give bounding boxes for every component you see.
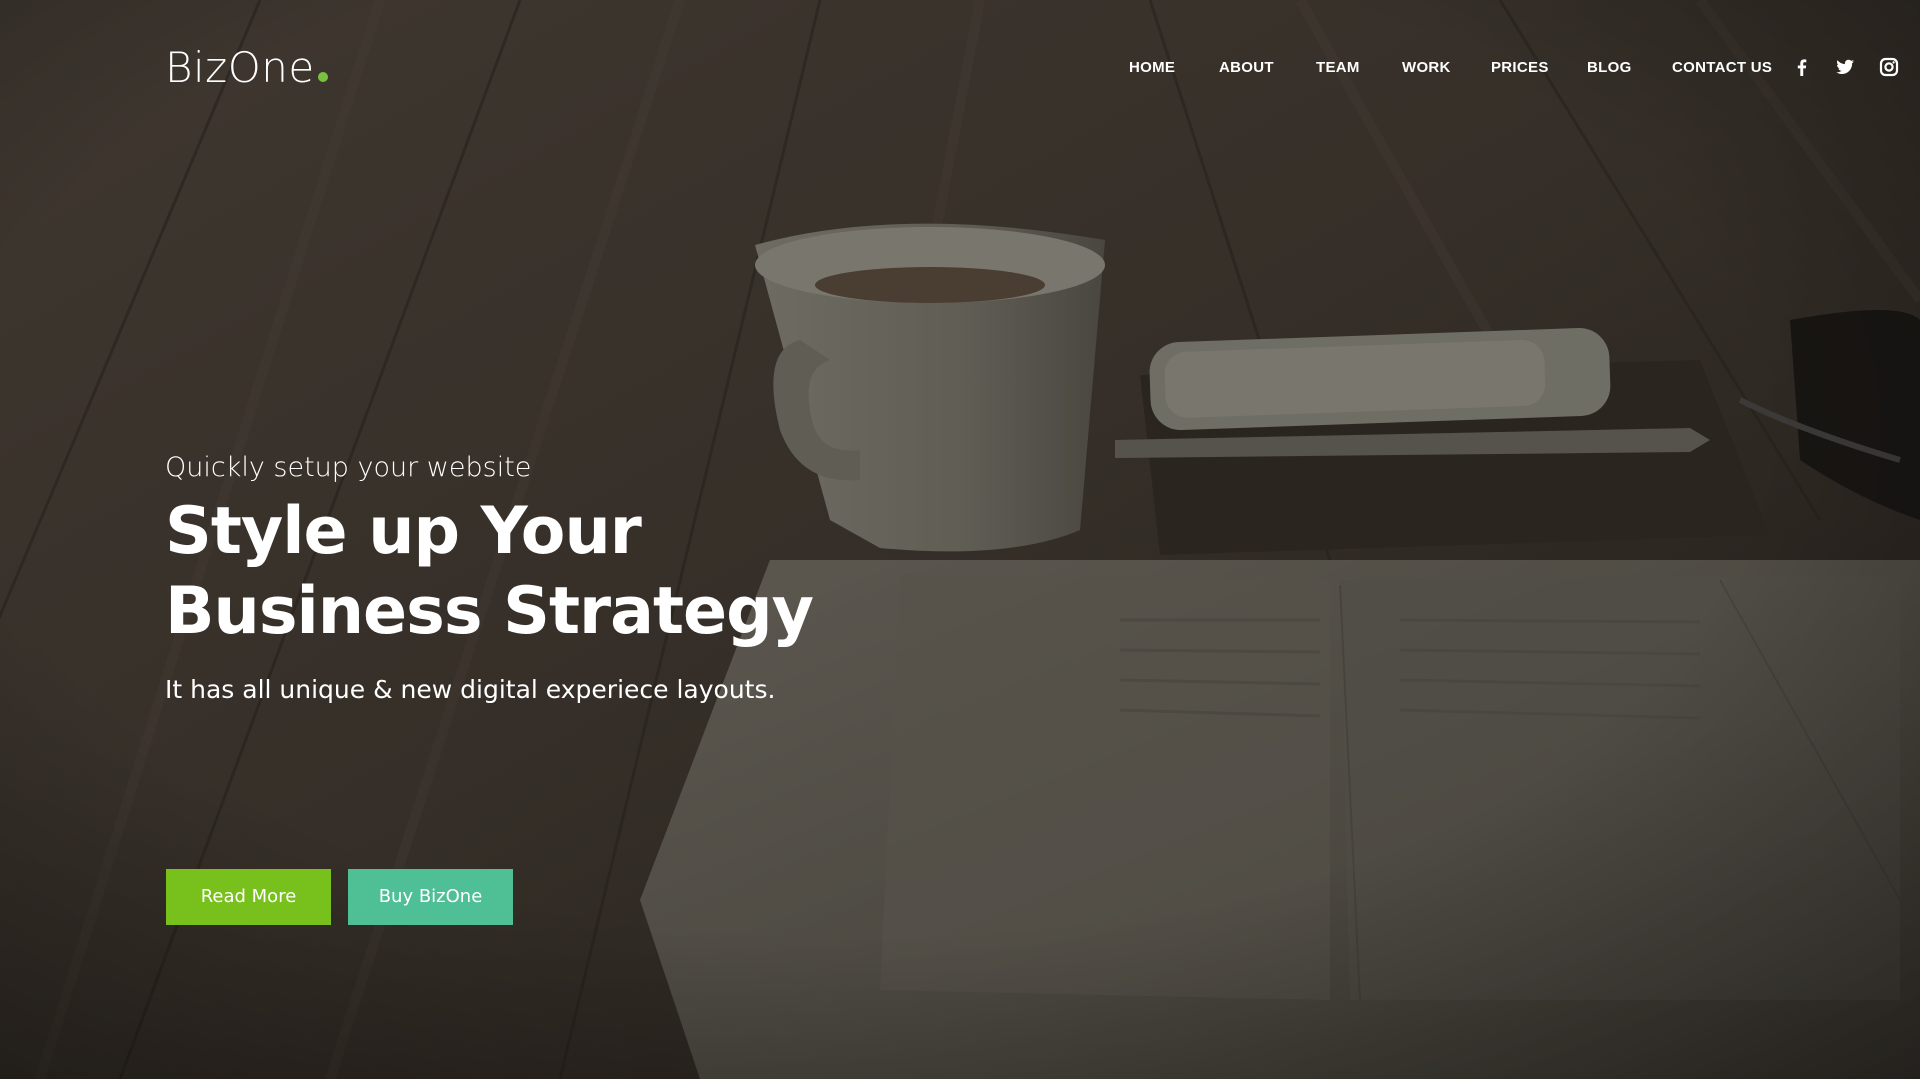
- hero-title-line-2: Business Strategy: [165, 574, 814, 649]
- main-nav: HOME ABOUT TEAM WORK PRICES BLOG CONTACT…: [0, 52, 1920, 84]
- hero-content: Quickly setup your website Style up Your…: [165, 448, 1065, 710]
- twitter-icon[interactable]: [1834, 56, 1856, 78]
- instagram-icon[interactable]: [1878, 56, 1900, 78]
- read-more-button[interactable]: Read More: [166, 869, 331, 925]
- site-header: BizOne HOME ABOUT TEAM WORK PRICES BLOG …: [0, 0, 1920, 140]
- hero-title-line-1: Style up Your: [165, 494, 642, 569]
- hero-section: BizOne HOME ABOUT TEAM WORK PRICES BLOG …: [0, 0, 1920, 1079]
- nav-item-about[interactable]: ABOUT: [1219, 52, 1274, 84]
- nav-item-work[interactable]: WORK: [1402, 52, 1451, 84]
- nav-item-prices[interactable]: PRICES: [1491, 52, 1549, 84]
- nav-item-contact-us[interactable]: CONTACT US: [1672, 52, 1772, 84]
- facebook-icon[interactable]: [1791, 56, 1813, 78]
- hero-subtitle: It has all unique & new digital experiec…: [165, 675, 776, 704]
- nav-item-team[interactable]: TEAM: [1316, 52, 1360, 84]
- nav-item-home[interactable]: HOME: [1129, 52, 1175, 84]
- hero-title: Style up Your Business Strategy: [165, 492, 1065, 652]
- buy-bizone-button[interactable]: Buy BizOne: [348, 869, 513, 925]
- nav-item-blog[interactable]: BLOG: [1587, 52, 1632, 84]
- hero-pretitle: Quickly setup your website: [165, 452, 532, 483]
